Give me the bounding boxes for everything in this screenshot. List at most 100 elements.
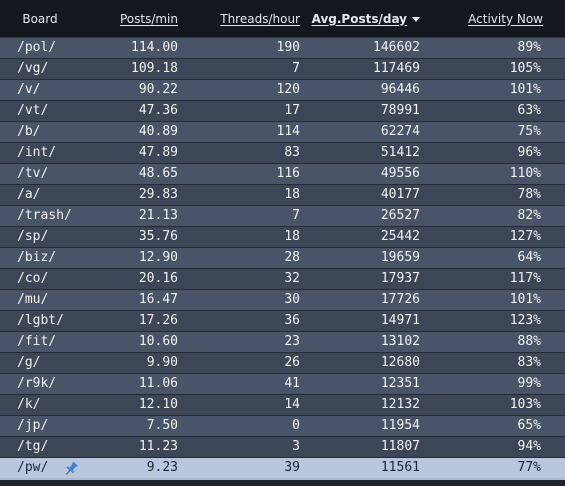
- board-cell[interactable]: /fit/: [0, 332, 100, 353]
- sort-posts-min-link[interactable]: Posts/min: [120, 12, 178, 26]
- board-cell[interactable]: /pol/: [0, 38, 100, 59]
- board-cell[interactable]: /k/: [0, 395, 100, 416]
- threads-hour-cell-text: 18: [284, 187, 300, 202]
- posts-min-cell: 9.90: [100, 353, 182, 374]
- board-cell[interactable]: /vt/: [0, 101, 100, 122]
- board-cell[interactable]: /trash/: [0, 206, 100, 227]
- avg-posts-day-cell-text: 17726: [380, 292, 420, 307]
- board-cell[interactable]: /co/: [0, 269, 100, 290]
- avg-posts-day-cell-text: 78991: [380, 103, 420, 118]
- pushpin-icon[interactable]: [63, 461, 79, 477]
- threads-hour-cell-text: 7: [292, 208, 300, 223]
- table-row[interactable]: /int/47.89 83 51412 96%: [0, 143, 565, 164]
- threads-hour-cell-text: 17: [284, 103, 300, 118]
- threads-hour-cell-text: 120: [276, 82, 300, 97]
- table-row[interactable]: /vg/109.18 7 117469 105%: [0, 59, 565, 80]
- header-activity-now[interactable]: Activity Now: [423, 0, 565, 38]
- sort-activity-now-link[interactable]: Activity Now: [468, 12, 543, 26]
- board-cell[interactable]: /int/: [0, 143, 100, 164]
- avg-posts-day-cell-text: 26527: [380, 208, 420, 223]
- board-cell[interactable]: /pw/: [0, 458, 100, 480]
- threads-hour-cell: 39: [182, 458, 303, 480]
- board-cell-text: /biz/: [17, 250, 57, 265]
- activity-cell-text: 99%: [517, 376, 541, 391]
- board-cell[interactable]: /a/: [0, 185, 100, 206]
- table-row[interactable]: /v/90.22 120 96446 101%: [0, 80, 565, 101]
- avg-posts-day-cell-text: 25442: [380, 229, 420, 244]
- activity-cell-text: 75%: [517, 124, 541, 139]
- board-cell-text: /fit/: [17, 334, 57, 349]
- activity-cell-text: 63%: [517, 103, 541, 118]
- posts-min-cell-text: 109.18: [131, 61, 178, 76]
- table-row[interactable]: /jp/7.50 0 11954 65%: [0, 416, 565, 437]
- table-row[interactable]: /pol/114.00 190 146602 89%: [0, 38, 565, 59]
- table-row[interactable]: /trash/21.13 7 26527 82%: [0, 206, 565, 227]
- board-cell-text: /lgbt/: [17, 313, 64, 328]
- board-cell[interactable]: /tv/: [0, 164, 100, 185]
- activity-cell: 105%: [423, 59, 565, 80]
- table-row[interactable]: /lgbt/17.26 36 14971 123%: [0, 311, 565, 332]
- avg-posts-day-cell: 62274: [303, 122, 423, 143]
- threads-hour-cell-text: 3: [292, 439, 300, 454]
- board-cell[interactable]: /r9k/: [0, 374, 100, 395]
- table-row[interactable]: /tv/48.65 116 49556 110%: [0, 164, 565, 185]
- board-cell[interactable]: /sp/: [0, 227, 100, 248]
- header-threads-hour[interactable]: Threads/hour: [182, 0, 303, 38]
- table-row[interactable]: /fit/10.60 23 13102 88%: [0, 332, 565, 353]
- board-cell-text: /jp/: [17, 418, 49, 433]
- posts-min-cell: 12.10: [100, 395, 182, 416]
- board-cell[interactable]: /biz/: [0, 248, 100, 269]
- table-row[interactable]: /vt/47.36 17 78991 63%: [0, 101, 565, 122]
- header-avg-posts-day[interactable]: Avg.Posts/day: [303, 0, 423, 38]
- table-row[interactable]: /r9k/11.06 41 12351 99%: [0, 374, 565, 395]
- posts-min-cell-text: 9.90: [146, 355, 178, 370]
- board-cell[interactable]: /b/: [0, 122, 100, 143]
- board-cell[interactable]: /jp/: [0, 416, 100, 437]
- table-row[interactable]: /sp/35.76 18 25442 127%: [0, 227, 565, 248]
- posts-min-cell: 29.83: [100, 185, 182, 206]
- table-row[interactable]: /co/20.16 32 17937 117%: [0, 269, 565, 290]
- board-cell[interactable]: /mu/: [0, 290, 100, 311]
- avg-posts-day-cell: 17937: [303, 269, 423, 290]
- activity-cell: 127%: [423, 227, 565, 248]
- board-cell[interactable]: /g/: [0, 353, 100, 374]
- posts-min-cell: 10.60: [100, 332, 182, 353]
- sort-threads-hour-link[interactable]: Threads/hour: [220, 12, 300, 26]
- board-cell[interactable]: /tg/: [0, 437, 100, 458]
- table-row[interactable]: /tg/11.23 3 11807 94%: [0, 437, 565, 458]
- table-row[interactable]: /mu/16.47 30 17726 101%: [0, 290, 565, 311]
- header-posts-min[interactable]: Posts/min: [100, 0, 182, 38]
- activity-cell: 82%: [423, 206, 565, 227]
- table-row[interactable]: /b/40.89 114 62274 75%: [0, 122, 565, 143]
- table-row[interactable]: /k/12.10 14 12132 103%: [0, 395, 565, 416]
- avg-posts-day-cell: 25442: [303, 227, 423, 248]
- threads-hour-cell: 0: [182, 416, 303, 437]
- board-cell-text: /vt/: [17, 103, 49, 118]
- table-row[interactable]: /a/29.83 18 40177 78%: [0, 185, 565, 206]
- board-cell-text: /k/: [17, 397, 41, 412]
- threads-hour-cell: 7: [182, 206, 303, 227]
- posts-min-cell-text: 11.23: [138, 439, 178, 454]
- table-row[interactable]: /g/9.90 26 12680 83%: [0, 353, 565, 374]
- activity-cell: 101%: [423, 290, 565, 311]
- avg-posts-day-cell-text: 17937: [380, 271, 420, 286]
- avg-posts-day-cell: 13102: [303, 332, 423, 353]
- threads-hour-cell: 7: [182, 59, 303, 80]
- avg-posts-day-cell: 96446: [303, 80, 423, 101]
- activity-cell-text: 110%: [509, 166, 541, 181]
- board-cell[interactable]: /vg/: [0, 59, 100, 80]
- posts-min-cell-text: 12.90: [138, 250, 178, 265]
- activity-cell: 99%: [423, 374, 565, 395]
- table-row[interactable]: /pw/9.23 39 11561 77%: [0, 458, 565, 480]
- table-header: Board Posts/min Threads/hour Avg.Posts/d…: [0, 0, 565, 38]
- board-cell[interactable]: /v/: [0, 80, 100, 101]
- threads-hour-cell-text: 28: [284, 250, 300, 265]
- table-row[interactable]: /biz/12.90 28 19659 64%: [0, 248, 565, 269]
- threads-hour-cell-text: 30: [284, 292, 300, 307]
- board-cell[interactable]: /lgbt/: [0, 311, 100, 332]
- posts-min-cell-text: 48.65: [138, 166, 178, 181]
- board-cell-text: /a/: [17, 187, 41, 202]
- threads-hour-cell-text: 18: [284, 229, 300, 244]
- sort-avg-posts-day-link[interactable]: Avg.Posts/day: [312, 12, 407, 26]
- activity-cell-text: 117%: [509, 271, 541, 286]
